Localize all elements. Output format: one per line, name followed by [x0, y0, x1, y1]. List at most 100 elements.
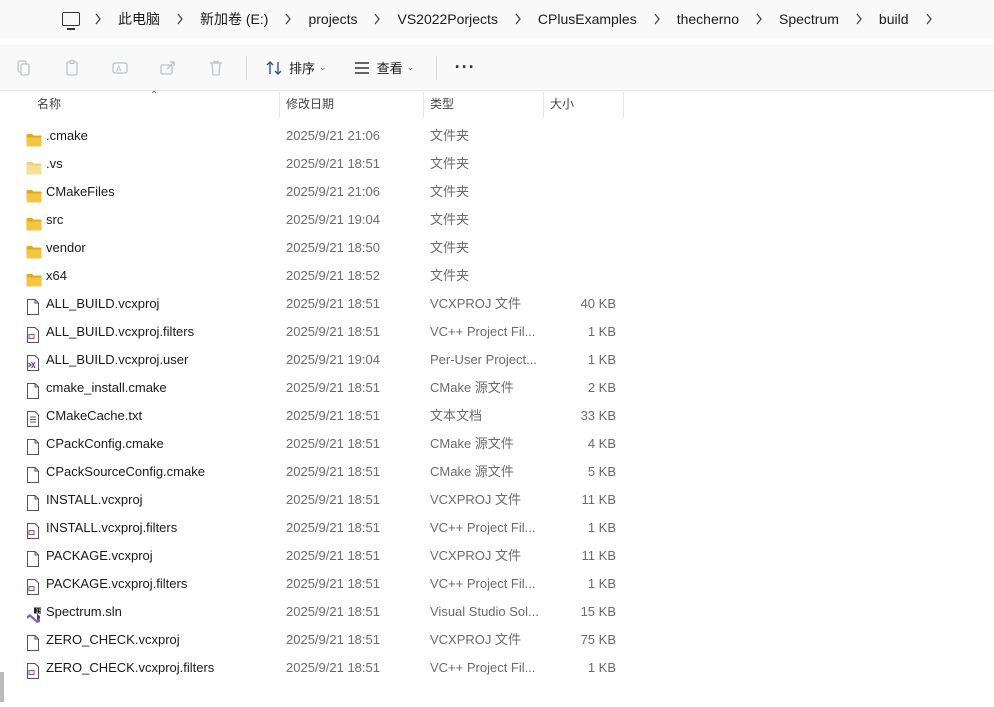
address-bar[interactable]: 此电脑 新加卷 (E:) projects VS2022Porjects CPlusEx… [0, 0, 994, 38]
file-name[interactable]: x64 [46, 262, 67, 290]
chevron-right-icon[interactable] [749, 13, 769, 25]
chevron-right-icon[interactable] [647, 13, 667, 25]
file-date: 2025/9/21 18:51 [286, 380, 380, 395]
file-size: 5 KB [587, 464, 616, 479]
column-header-date[interactable]: 修改日期 [279, 92, 424, 118]
file-row[interactable]: x64 2025/9/21 18:52 文件夹 [0, 262, 994, 290]
svg-text:19: 19 [36, 609, 42, 615]
file-row[interactable]: 19 Spectrum.sln 2025/9/21 18:51 Visual Stud… [0, 598, 994, 626]
file-row[interactable]: INSTALL.vcxproj.filters 2025/9/21 18:51 VC… [0, 514, 994, 542]
chevron-right-icon[interactable] [170, 13, 190, 25]
file-type: VCXPROJ 文件 [430, 548, 522, 563]
file-name[interactable]: ZERO_CHECK.vcxproj [46, 626, 180, 654]
breadcrumb-item[interactable]: VS2022Porjects [367, 11, 507, 27]
file-row[interactable]: ZERO_CHECK.vcxproj.filters 2025/9/21 18:5… [0, 654, 994, 682]
file-row[interactable]: CPackSourceConfig.cmake 2025/9/21 18:51 CM… [0, 458, 994, 486]
file-name[interactable]: PACKAGE.vcxproj.filters [46, 570, 187, 598]
file-name[interactable]: cmake_install.cmake [46, 374, 167, 402]
file-row[interactable]: INSTALL.vcxproj 2025/9/21 18:51 VCXPROJ 文件… [0, 486, 994, 514]
file-name[interactable]: .vs [46, 150, 63, 178]
file-row[interactable]: PACKAGE.vcxproj 2025/9/21 18:51 VCXPROJ 文件… [0, 542, 994, 570]
column-header-type[interactable]: 类型 [423, 92, 544, 118]
file-name[interactable]: INSTALL.vcxproj.filters [46, 514, 177, 542]
file-name[interactable]: ALL_BUILD.vcxproj.filters [46, 318, 194, 346]
breadcrumb-label[interactable]: projects [298, 11, 367, 27]
rename-icon[interactable]: A [96, 50, 144, 86]
file-date: 2025/9/21 18:51 [286, 548, 380, 563]
breadcrumb-label[interactable]: VS2022Porjects [387, 11, 507, 27]
sort-button[interactable]: 排序 ⌄ [255, 50, 337, 86]
file-name[interactable]: PACKAGE.vcxproj [46, 542, 153, 570]
file-row[interactable]: vendor 2025/9/21 18:50 文件夹 [0, 234, 994, 262]
file-row[interactable]: .cmake 2025/9/21 21:06 文件夹 [0, 122, 994, 150]
file-row[interactable]: src 2025/9/21 19:04 文件夹 [0, 206, 994, 234]
vs-solution-icon: 19 [26, 605, 42, 623]
share-icon[interactable] [144, 50, 192, 86]
view-label: 查看 [376, 61, 403, 76]
chevron-right-icon[interactable] [88, 13, 108, 25]
file-name[interactable]: ALL_BUILD.vcxproj.user [46, 346, 188, 374]
file-date: 2025/9/21 18:52 [286, 268, 380, 283]
folder-icon [26, 269, 42, 287]
breadcrumb-item[interactable]: projects [278, 11, 367, 27]
file-size: 40 KB [580, 296, 616, 311]
breadcrumb-label[interactable]: Spectrum [769, 11, 849, 27]
file-name[interactable]: CMakeCache.txt [46, 402, 142, 430]
file-row[interactable]: ALL_BUILD.vcxproj.user 2025/9/21 19:04 Per… [0, 346, 994, 374]
file-row[interactable]: ALL_BUILD.vcxproj.filters 2025/9/21 18:51… [0, 318, 994, 346]
folder-icon [26, 213, 42, 231]
chevron-right-icon[interactable] [278, 13, 298, 25]
file-type: 文件夹 [430, 268, 470, 283]
view-button[interactable]: 查看 ⌄ [343, 50, 425, 86]
cut-icon[interactable] [0, 50, 48, 86]
breadcrumb-label[interactable]: CPlusExamples [528, 11, 647, 27]
file-date: 2025/9/21 21:06 [286, 184, 380, 199]
this-pc-icon[interactable] [62, 12, 80, 30]
chevron-right-icon[interactable] [849, 13, 869, 25]
breadcrumb-item[interactable]: 新加卷 (E:) [170, 9, 278, 29]
chevron-right-icon[interactable] [367, 13, 387, 25]
file-row[interactable]: CMakeFiles 2025/9/21 21:06 文件夹 [0, 178, 994, 206]
file-name[interactable]: CPackSourceConfig.cmake [46, 458, 205, 486]
column-header-size[interactable]: 大小 [543, 92, 624, 118]
breadcrumb-item[interactable]: Spectrum [749, 11, 849, 27]
file-row[interactable]: .vs 2025/9/21 18:51 文件夹 [0, 150, 994, 178]
file-row[interactable]: CPackConfig.cmake 2025/9/21 18:51 CMake 源文… [0, 430, 994, 458]
file-date: 2025/9/21 18:51 [286, 464, 380, 479]
breadcrumb-label[interactable]: thecherno [667, 11, 749, 27]
file-row[interactable]: cmake_install.cmake 2025/9/21 18:51 CMake … [0, 374, 994, 402]
vcxproj-filters-icon [26, 661, 42, 679]
file-name[interactable]: CMakeFiles [46, 178, 115, 206]
file-name[interactable]: ZERO_CHECK.vcxproj.filters [46, 654, 214, 682]
more-options-button[interactable]: ··· [445, 50, 485, 86]
column-header-name[interactable]: 名称 [30, 92, 280, 118]
file-date: 2025/9/21 18:51 [286, 156, 380, 171]
file-name[interactable]: ALL_BUILD.vcxproj [46, 290, 159, 318]
breadcrumb-label[interactable]: build [869, 11, 919, 27]
file-name[interactable]: vendor [46, 234, 86, 262]
breadcrumb-label[interactable]: 此电脑 [108, 9, 170, 29]
file-size: 11 KB [581, 492, 616, 507]
delete-icon[interactable] [192, 50, 240, 86]
file-name[interactable]: CPackConfig.cmake [46, 430, 164, 458]
breadcrumb-item[interactable]: CPlusExamples [508, 11, 647, 27]
breadcrumb-item[interactable]: thecherno [647, 11, 749, 27]
copy-icon[interactable] [48, 50, 96, 86]
chevron-right-icon[interactable] [508, 13, 528, 25]
file-name[interactable]: .cmake [46, 122, 88, 150]
file-name[interactable]: src [46, 206, 63, 234]
breadcrumb-item[interactable]: build [849, 11, 919, 27]
file-row[interactable]: CMakeCache.txt 2025/9/21 18:51 文本文档 33 KB [0, 402, 994, 430]
file-date: 2025/9/21 18:51 [286, 408, 380, 423]
file-row[interactable]: ALL_BUILD.vcxproj 2025/9/21 18:51 VCXPROJ … [0, 290, 994, 318]
chevron-down-icon: ⌄ [406, 62, 415, 72]
file-name[interactable]: INSTALL.vcxproj [46, 486, 143, 514]
breadcrumb-label[interactable]: 新加卷 (E:) [190, 9, 278, 29]
file-row[interactable]: PACKAGE.vcxproj.filters 2025/9/21 18:51 VC… [0, 570, 994, 598]
breadcrumb-item[interactable]: 此电脑 [88, 9, 170, 29]
file-row[interactable]: ZERO_CHECK.vcxproj 2025/9/21 18:51 VCXPROJ… [0, 626, 994, 654]
file-date: 2025/9/21 18:50 [286, 240, 380, 255]
chevron-right-icon[interactable] [919, 13, 939, 25]
file-name[interactable]: Spectrum.sln [46, 598, 122, 626]
vcxproj-filters-icon [26, 521, 42, 539]
